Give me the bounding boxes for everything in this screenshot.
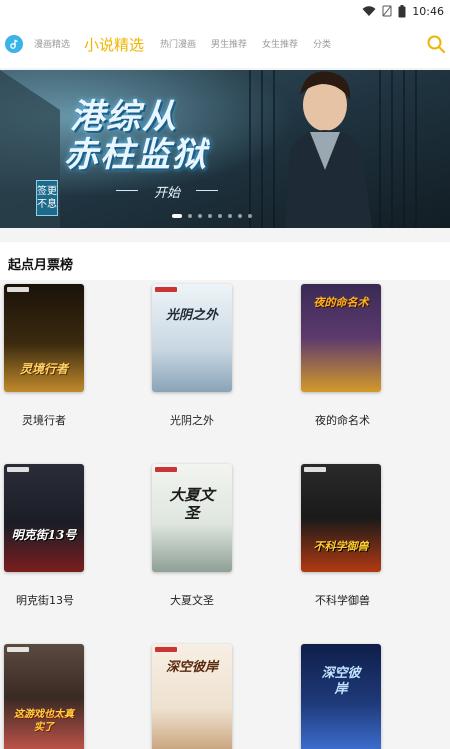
tab-hot-comics[interactable]: 热门漫画 <box>160 22 196 68</box>
banner-title: 港综从 赤柱监狱 <box>64 97 208 174</box>
carousel-dot[interactable] <box>218 214 222 218</box>
status-time: 10:46 <box>412 4 444 18</box>
no-sim-icon <box>382 5 392 17</box>
carousel-dot[interactable] <box>172 214 182 218</box>
book-title[interactable]: 明克街13号 <box>16 592 74 608</box>
top-nav: 漫画精选 小说精选 热门漫画 男生推荐 女生推荐 分类 <box>0 22 450 68</box>
tab-female-recommend[interactable]: 女生推荐 <box>262 22 298 68</box>
banner-side-tag: 签更不息 <box>36 180 58 216</box>
banner-title-line2: 赤柱监狱 <box>64 135 208 175</box>
carousel-dot[interactable] <box>228 214 232 218</box>
book-grid: 灵境行者 灵境行者 光阴之外 光阴之外 夜的命名术 夜的命名术 明克街13号 明… <box>0 280 450 749</box>
carousel-indicator <box>172 214 252 218</box>
battery-icon <box>398 4 406 17</box>
cover-title: 光阴之外 <box>165 308 218 323</box>
promo-banner[interactable]: 港综从 赤柱监狱 开始 签更不息 <box>0 70 450 228</box>
cover-title: 夜的命名术 <box>313 296 369 309</box>
tab-categories[interactable]: 分类 <box>313 22 331 68</box>
book-cover[interactable]: 这游戏也太真实了 <box>4 644 84 749</box>
book-cover[interactable]: 深空彼岸 <box>301 644 381 749</box>
carousel-dot[interactable] <box>208 214 212 218</box>
cover-title: 大夏文圣 <box>169 486 215 522</box>
banner-subtitle: 开始 <box>112 182 222 201</box>
cover-title: 不科学御兽 <box>313 540 369 553</box>
book-cover[interactable]: 深空彼岸 <box>152 644 232 749</box>
cover-title: 深空彼岸 <box>166 660 219 675</box>
book-cover[interactable]: 明克街13号 <box>4 464 84 572</box>
tab-male-recommend[interactable]: 男生推荐 <box>211 22 247 68</box>
cover-badge <box>7 287 29 292</box>
cover-badge <box>7 647 29 652</box>
book-title[interactable]: 夜的命名术 <box>315 412 370 428</box>
book-cover[interactable]: 光阴之外 <box>152 284 232 392</box>
search-icon[interactable] <box>426 34 446 54</box>
book-title[interactable]: 灵境行者 <box>22 412 66 428</box>
tab-comic-picks[interactable]: 漫画精选 <box>34 22 70 68</box>
section-title: 起点月票榜 <box>8 258 74 273</box>
cover-title: 深空彼岸 <box>321 666 361 697</box>
app-logo-icon[interactable] <box>5 35 23 53</box>
cover-title: 明克街13号 <box>11 528 77 542</box>
cover-badge <box>304 467 326 472</box>
carousel-dot[interactable] <box>198 214 202 218</box>
carousel-dot[interactable] <box>188 214 192 218</box>
tab-novel-picks[interactable]: 小说精选 <box>84 22 144 68</box>
cover-title: 这游戏也太真实了 <box>14 709 74 733</box>
book-cover[interactable]: 大夏文圣 <box>152 464 232 572</box>
book-cover[interactable]: 灵境行者 <box>4 284 84 392</box>
book-title[interactable]: 光阴之外 <box>170 412 214 428</box>
cover-badge <box>155 647 177 652</box>
cover-badge <box>7 467 29 472</box>
book-cover[interactable]: 夜的命名术 <box>301 284 381 392</box>
book-title[interactable]: 不科学御兽 <box>315 592 370 608</box>
status-icons: 10:46 <box>362 2 444 20</box>
carousel-dot[interactable] <box>248 214 252 218</box>
cover-title: 灵境行者 <box>19 362 68 376</box>
cover-badge <box>155 467 177 472</box>
book-title[interactable]: 大夏文圣 <box>170 592 214 608</box>
ranking-section-header: 起点月票榜 <box>0 242 450 280</box>
carousel-dot[interactable] <box>238 214 242 218</box>
book-cover[interactable]: 不科学御兽 <box>301 464 381 572</box>
banner-title-line1: 港综从 <box>70 97 178 137</box>
cover-badge <box>155 287 177 292</box>
wifi-icon <box>362 5 376 16</box>
status-bar: 10:46 <box>0 0 450 22</box>
